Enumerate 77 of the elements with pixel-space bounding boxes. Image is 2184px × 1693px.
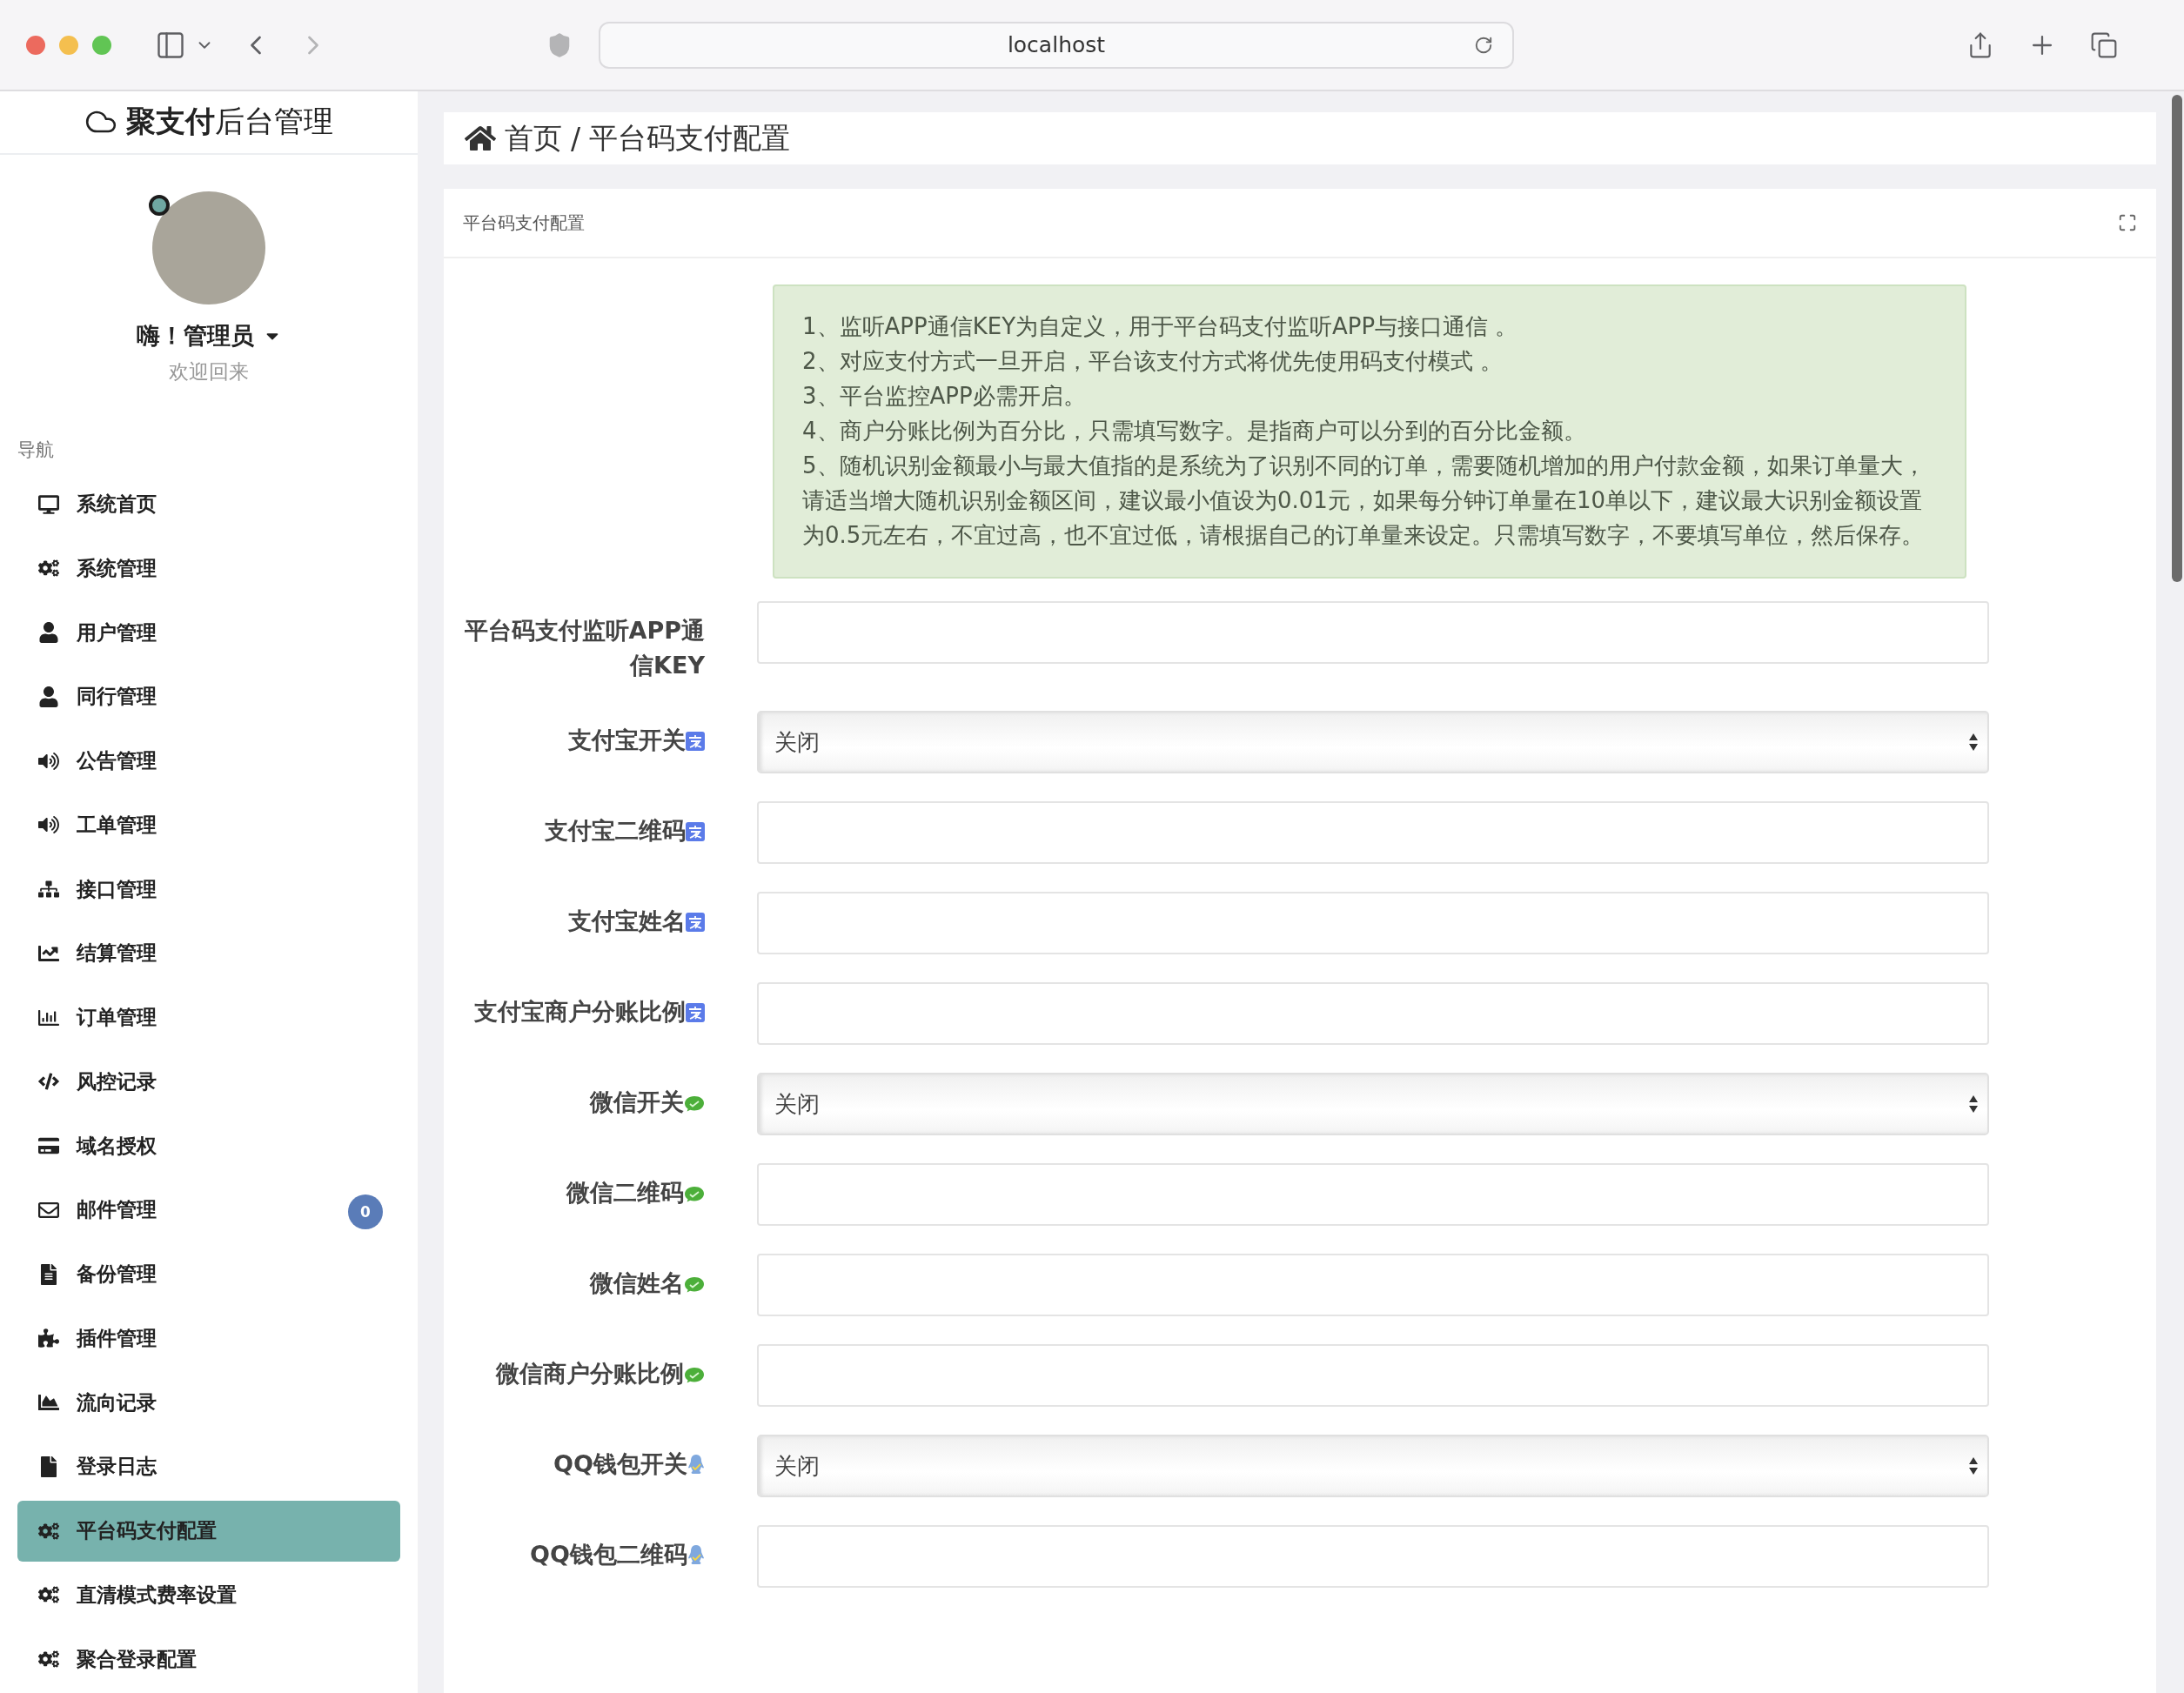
sidebar-item[interactable]: 流向记录 — [17, 1372, 400, 1433]
sidebar-item[interactable]: 平台码支付配置 — [17, 1500, 400, 1562]
brand-title: 聚支付后台管理 — [126, 103, 333, 141]
sidebar-item[interactable]: 备份管理 — [17, 1243, 400, 1305]
dropdown-select[interactable]: 关闭 — [757, 711, 1989, 773]
sidebar-item[interactable]: 订单管理 — [17, 987, 400, 1048]
scrollbar-thumb[interactable] — [2172, 95, 2182, 582]
field-label: 支付宝姓名 — [444, 892, 705, 939]
pay-logo-icon — [686, 913, 705, 932]
notice-text: 4、商户分账比例为百分比，只需填写数字。是指商户可以分到的百分比金额。 — [802, 417, 1587, 445]
sidebar-item[interactable]: 用户管理 — [17, 602, 400, 663]
user-greeting[interactable]: 嗨！管理员 — [136, 319, 254, 351]
field-label: 微信开关 — [444, 1073, 705, 1120]
pay-logo-icon — [686, 822, 705, 841]
sidebar-item[interactable]: 聚合登录配置 — [17, 1629, 400, 1690]
reload-icon[interactable] — [1474, 35, 1493, 55]
field-label: 微信二维码 — [444, 1163, 705, 1210]
nav-heading: 导航 — [17, 438, 55, 462]
maximize-window-button[interactable] — [92, 35, 111, 55]
online-status-dot — [149, 194, 170, 216]
sidebar-item[interactable]: 插件管理 — [17, 1308, 400, 1369]
chat-bubble-icon — [684, 1276, 705, 1294]
pay-logo-icon — [686, 732, 705, 751]
up-down-arrows-icon — [1968, 1456, 1979, 1476]
sidebar-item[interactable]: 风控记录 — [17, 1051, 400, 1113]
sidebar-item[interactable]: 工单管理 — [17, 794, 400, 856]
chat-bubble-icon — [684, 1367, 705, 1384]
text-input-field[interactable] — [757, 1254, 1989, 1316]
breadcrumb-item: 平台码支付配置 — [589, 119, 791, 157]
welcome-subtitle: 欢迎回来 — [169, 358, 249, 385]
minimize-window-button[interactable] — [59, 35, 78, 55]
field-label: 微信商户分账比例 — [444, 1344, 705, 1391]
sidebar-item[interactable]: 登录日志 — [17, 1436, 400, 1497]
sidebar-item[interactable]: 结算管理 — [17, 923, 400, 984]
up-down-arrows-icon — [1968, 733, 1979, 752]
notice-text: 2、对应支付方式一旦开启，平台该支付方式将优先使用码支付模式 。 — [802, 347, 1504, 376]
text-input-field[interactable] — [757, 601, 1989, 664]
notice-text: 1、监听APP通信KEY为自定义，用于平台码支付监听APP与接口通信 。 — [802, 312, 1519, 341]
field-label: QQ钱包开关 — [444, 1435, 705, 1482]
field-label: QQ钱包二维码 — [444, 1525, 705, 1572]
dropdown-select[interactable]: 关闭 — [757, 1435, 1989, 1497]
sidebar-item[interactable]: 邮件管理 0 — [17, 1180, 400, 1241]
panel-title: 平台码支付配置 — [463, 211, 585, 235]
text-input-field[interactable] — [757, 1525, 1989, 1588]
up-down-arrows-icon — [1968, 1094, 1979, 1114]
penguin-icon — [687, 1454, 705, 1475]
tabs-overview-icon[interactable] — [2090, 30, 2118, 59]
field-label: 微信姓名 — [444, 1254, 705, 1301]
text-input-field[interactable] — [757, 1163, 1989, 1226]
text-input-field[interactable] — [757, 982, 1989, 1045]
sidebar-item[interactable]: 域名授权 — [17, 1115, 400, 1176]
pay-logo-icon — [686, 1003, 705, 1022]
dropdown-select[interactable]: 关闭 — [757, 1073, 1989, 1135]
chat-bubble-icon — [684, 1095, 705, 1113]
notice-text: 3、平台监控APP必需开启。 — [802, 382, 1087, 411]
sidebar-item[interactable]: 接口管理 — [17, 859, 400, 920]
text-input-field[interactable] — [757, 1344, 1989, 1407]
field-label: 平台码支付监听APP通信KEY — [463, 616, 705, 680]
sidebar-item[interactable]: 公告管理 — [17, 730, 400, 792]
chat-bubble-icon — [684, 1186, 705, 1203]
sidebar-item[interactable]: 系统首页 — [17, 473, 400, 535]
text-input-field[interactable] — [757, 892, 1989, 954]
close-window-button[interactable] — [26, 35, 45, 55]
address-bar[interactable]: localhost — [599, 21, 1514, 69]
sidebar-item[interactable]: 系统管理 — [17, 538, 400, 599]
field-label: 支付宝开关 — [444, 711, 705, 758]
field-label: 支付宝商户分账比例 — [444, 982, 705, 1029]
breadcrumb-separator: / — [571, 121, 581, 156]
breadcrumb-item[interactable]: 首页 — [505, 118, 562, 158]
field-label: 支付宝二维码 — [444, 801, 705, 848]
sidebar-item[interactable]: 直清模式费率设置 — [17, 1564, 400, 1626]
text-input-field[interactable] — [757, 801, 1989, 864]
count-badge: 0 — [348, 1194, 383, 1229]
fullscreen-icon[interactable] — [2118, 213, 2137, 232]
notice-text: 5、随机识别金额最小与最大值指的是系统为了识别不同的订单，需要随机增加的用户付款金额，如果订单量大，请适当增大随机识别金额区间，建议最小值设为0.01元，如果每分钟订单量在10单以下，建议最大识别金额设置为0.5元左右，不宜过高，也不宜过低，请根据自己的订单量来设定。只需填写数字，不要填写单位，然后保存。 — [802, 452, 1926, 550]
penguin-icon — [687, 1544, 705, 1565]
sidebar-item[interactable]: 同行管理 — [17, 666, 400, 727]
